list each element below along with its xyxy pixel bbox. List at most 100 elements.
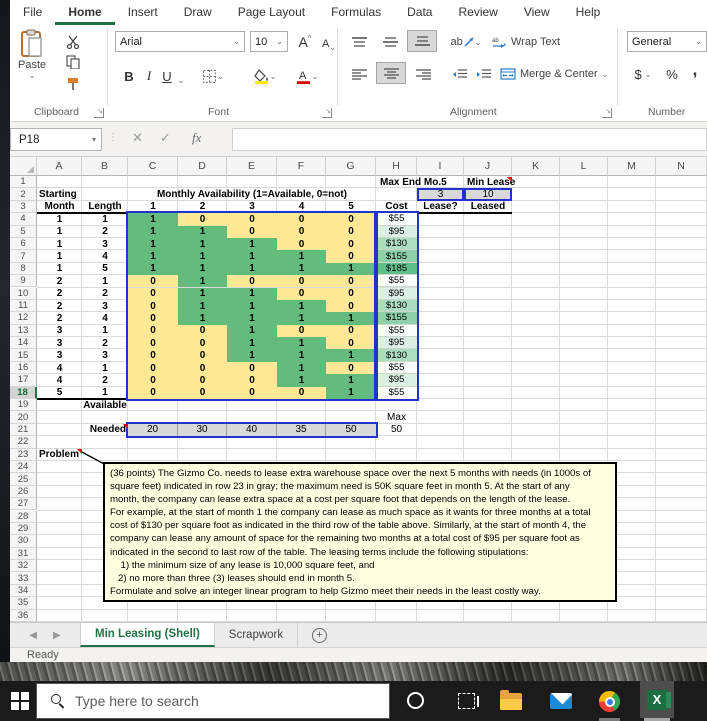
row-header-6[interactable]: 6 bbox=[10, 237, 37, 251]
ribbon-tab-data[interactable]: Data bbox=[394, 0, 445, 25]
row-header-13[interactable]: 13 bbox=[10, 324, 37, 338]
ribbon-tab-home[interactable]: Home bbox=[55, 0, 115, 25]
row-header-31[interactable]: 31 bbox=[10, 547, 37, 561]
availability-cell[interactable]: 1 bbox=[128, 237, 178, 251]
ribbon-tab-draw[interactable]: Draw bbox=[171, 0, 225, 25]
cortana-icon[interactable] bbox=[407, 692, 424, 709]
needed-cell[interactable]: 20 bbox=[128, 423, 178, 437]
borders-button[interactable]: ⌄ bbox=[198, 65, 228, 87]
insert-function-icon[interactable]: fx bbox=[192, 130, 201, 146]
availability-cell[interactable]: 1 bbox=[326, 349, 376, 362]
merge-center-button[interactable]: Merge & Center ⌄ bbox=[500, 63, 618, 85]
row-header-23[interactable]: 23 bbox=[10, 448, 37, 461]
availability-cell[interactable]: 0 bbox=[227, 275, 277, 288]
fill-color-button[interactable]: ⌄ bbox=[248, 65, 282, 87]
paste-button[interactable]: Paste ⌄ bbox=[18, 29, 46, 80]
availability-cell[interactable]: 0 bbox=[227, 213, 277, 226]
availability-cell[interactable]: 1 bbox=[326, 262, 376, 276]
enter-icon[interactable]: ✓ bbox=[160, 130, 171, 146]
availability-cell[interactable]: 0 bbox=[227, 225, 277, 238]
formula-input[interactable] bbox=[232, 128, 707, 151]
availability-cell[interactable]: 0 bbox=[178, 349, 227, 362]
availability-cell[interactable]: 1 bbox=[277, 299, 326, 313]
align-top-button[interactable] bbox=[345, 31, 373, 53]
col-header-E[interactable]: E bbox=[227, 157, 277, 176]
availability-cell[interactable]: 0 bbox=[128, 324, 178, 338]
needed-cell[interactable]: 30 bbox=[178, 423, 227, 437]
cost-cell[interactable]: $130 bbox=[376, 237, 417, 251]
row-header-15[interactable]: 15 bbox=[10, 349, 37, 362]
worksheet-grid[interactable]: A B C D E F G H I J K L M N 1 2 3 4 5 6 7 8 9 10 11 12 13 14 15 16 17 1… bbox=[10, 157, 707, 622]
underline-dropdown-caret[interactable]: ⌄ bbox=[176, 69, 186, 91]
month-cell[interactable]: 4 bbox=[37, 374, 82, 386]
row-header-33[interactable]: 33 bbox=[10, 572, 37, 585]
row-header-16[interactable]: 16 bbox=[10, 361, 37, 375]
availability-cell[interactable]: 0 bbox=[128, 287, 178, 300]
length-cell[interactable]: 3 bbox=[82, 349, 128, 361]
underline-button[interactable]: U bbox=[159, 65, 175, 87]
chrome-icon[interactable] bbox=[599, 691, 620, 712]
month-cell[interactable]: 1 bbox=[37, 238, 82, 250]
cost-cell[interactable]: $55 bbox=[376, 386, 417, 399]
availability-cell[interactable]: 0 bbox=[326, 287, 376, 300]
availability-cell[interactable]: 0 bbox=[128, 361, 178, 375]
font-color-button[interactable]: A ⌄ bbox=[290, 65, 324, 87]
row-header-34[interactable]: 34 bbox=[10, 584, 37, 598]
availability-cell[interactable]: 1 bbox=[178, 250, 227, 263]
row-header-18[interactable]: 18 bbox=[10, 386, 37, 399]
availability-cell[interactable]: 1 bbox=[227, 312, 277, 325]
align-left-button[interactable] bbox=[345, 63, 373, 85]
col-header-J[interactable]: J bbox=[464, 157, 512, 176]
availability-cell[interactable]: 1 bbox=[277, 262, 326, 276]
availability-cell[interactable]: 1 bbox=[128, 213, 178, 226]
chevron-down-icon[interactable]: ⌄ bbox=[233, 37, 240, 46]
length-cell[interactable]: 1 bbox=[82, 362, 128, 374]
availability-cell[interactable]: 1 bbox=[178, 237, 227, 251]
row-header-27[interactable]: 27 bbox=[10, 498, 37, 511]
bold-button[interactable]: B bbox=[120, 65, 138, 87]
month-cell[interactable]: 1 bbox=[37, 226, 82, 238]
length-cell[interactable]: 1 bbox=[82, 325, 128, 337]
month-cell[interactable]: 1 bbox=[37, 213, 82, 225]
length-cell[interactable]: 3 bbox=[82, 300, 128, 312]
col-header-G[interactable]: G bbox=[326, 157, 376, 176]
availability-cell[interactable]: 0 bbox=[178, 374, 227, 387]
cost-cell[interactable]: $55 bbox=[376, 361, 417, 375]
availability-cell[interactable]: 0 bbox=[277, 287, 326, 300]
availability-cell[interactable]: 1 bbox=[178, 275, 227, 288]
availability-cell[interactable]: 0 bbox=[326, 361, 376, 375]
availability-cell[interactable]: 1 bbox=[128, 262, 178, 276]
month-cell[interactable]: 1 bbox=[37, 250, 82, 262]
availability-cell[interactable]: 1 bbox=[277, 312, 326, 325]
chevron-down-icon[interactable]: ⌄ bbox=[695, 37, 702, 46]
needed-cell[interactable]: 50 bbox=[326, 423, 376, 437]
length-cell[interactable]: 5 bbox=[82, 263, 128, 275]
availability-cell[interactable]: 0 bbox=[128, 299, 178, 313]
formula-bar-grip[interactable]: ⋮ bbox=[108, 132, 118, 143]
availability-cell[interactable]: 0 bbox=[277, 213, 326, 226]
month-cell[interactable]: 1 bbox=[37, 263, 82, 275]
mail-icon[interactable] bbox=[550, 693, 572, 709]
availability-cell[interactable]: 1 bbox=[227, 337, 277, 350]
row-header-5[interactable]: 5 bbox=[10, 225, 37, 238]
cost-cell[interactable]: $130 bbox=[376, 299, 417, 313]
availability-cell[interactable]: 0 bbox=[277, 225, 326, 238]
clipboard-dialog-launcher[interactable]: ↘ bbox=[94, 108, 104, 118]
cost-cell[interactable]: $185 bbox=[376, 262, 417, 276]
row-header-19[interactable]: 19 bbox=[10, 399, 37, 412]
availability-cell[interactable]: 0 bbox=[178, 213, 227, 226]
ribbon-tab-file[interactable]: File bbox=[10, 0, 55, 25]
length-cell[interactable]: 1 bbox=[82, 275, 128, 287]
ribbon-tab-insert[interactable]: Insert bbox=[115, 0, 171, 25]
availability-cell[interactable]: 1 bbox=[178, 262, 227, 276]
font-dialog-launcher[interactable]: ↘ bbox=[322, 108, 332, 118]
number-format-combo[interactable]: General ⌄ bbox=[627, 31, 707, 52]
availability-cell[interactable]: 1 bbox=[227, 349, 277, 362]
availability-cell[interactable]: 0 bbox=[326, 275, 376, 288]
availability-cell[interactable]: 0 bbox=[178, 324, 227, 338]
availability-cell[interactable]: 1 bbox=[326, 386, 376, 399]
availability-cell[interactable]: 0 bbox=[326, 250, 376, 263]
availability-cell[interactable]: 0 bbox=[277, 386, 326, 399]
chevron-down-icon[interactable]: ▾ bbox=[92, 135, 96, 144]
availability-cell[interactable]: 0 bbox=[326, 324, 376, 338]
